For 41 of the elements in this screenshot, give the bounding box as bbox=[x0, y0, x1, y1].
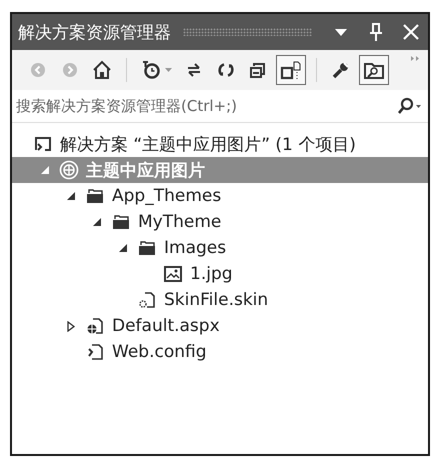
overflow-icon[interactable] bbox=[411, 56, 420, 61]
folder-icon bbox=[86, 188, 104, 204]
show-all-button[interactable] bbox=[276, 55, 306, 85]
tree-row[interactable]: App_Themes bbox=[12, 183, 428, 209]
config-file-icon bbox=[86, 343, 104, 361]
clock-icon bbox=[141, 60, 161, 80]
files-icon bbox=[280, 60, 302, 80]
dropdown-icon[interactable] bbox=[334, 27, 348, 37]
solution-label[interactable]: 解决方案 “主题中应用图片” (1 个项目) bbox=[60, 132, 356, 156]
windows-icon bbox=[249, 61, 267, 79]
collapsed-arrow-icon[interactable] bbox=[67, 320, 75, 332]
tree-row[interactable]: MyTheme bbox=[12, 209, 428, 235]
expanded-arrow-icon[interactable] bbox=[119, 244, 127, 252]
window-title: 解决方案资源管理器 bbox=[18, 22, 171, 44]
preview-button[interactable] bbox=[359, 55, 389, 85]
back-icon bbox=[30, 62, 46, 78]
search-field[interactable]: 搜索解决方案资源管理器(Ctrl+;) bbox=[16, 97, 396, 115]
pin-icon[interactable] bbox=[368, 22, 384, 42]
folder-icon bbox=[138, 240, 156, 256]
arrows-icon bbox=[185, 61, 203, 79]
forward-icon bbox=[62, 62, 78, 78]
close-icon[interactable] bbox=[402, 23, 420, 41]
wrench-icon bbox=[332, 61, 350, 79]
globe-file-icon bbox=[86, 317, 104, 335]
refresh-icon bbox=[217, 61, 235, 79]
home-icon bbox=[92, 60, 112, 80]
tree-row[interactable]: Web.config bbox=[12, 339, 428, 365]
tree-row[interactable]: Images bbox=[12, 235, 428, 261]
tree-row[interactable]: SkinFile.skin bbox=[12, 287, 428, 313]
tree-row[interactable]: Default.aspx bbox=[12, 313, 428, 339]
search-icon[interactable] bbox=[396, 97, 422, 115]
expanded-arrow-icon[interactable] bbox=[93, 218, 101, 226]
globe-icon bbox=[59, 160, 79, 180]
expanded-arrow-icon[interactable] bbox=[67, 192, 75, 200]
tree-row[interactable]: 1.jpg bbox=[12, 261, 428, 287]
solution-icon bbox=[34, 136, 52, 152]
folder-icon bbox=[112, 214, 130, 230]
preview-icon bbox=[363, 60, 385, 80]
caret-icon bbox=[165, 68, 172, 72]
image-icon bbox=[164, 266, 182, 282]
gear-file-icon bbox=[138, 291, 156, 309]
